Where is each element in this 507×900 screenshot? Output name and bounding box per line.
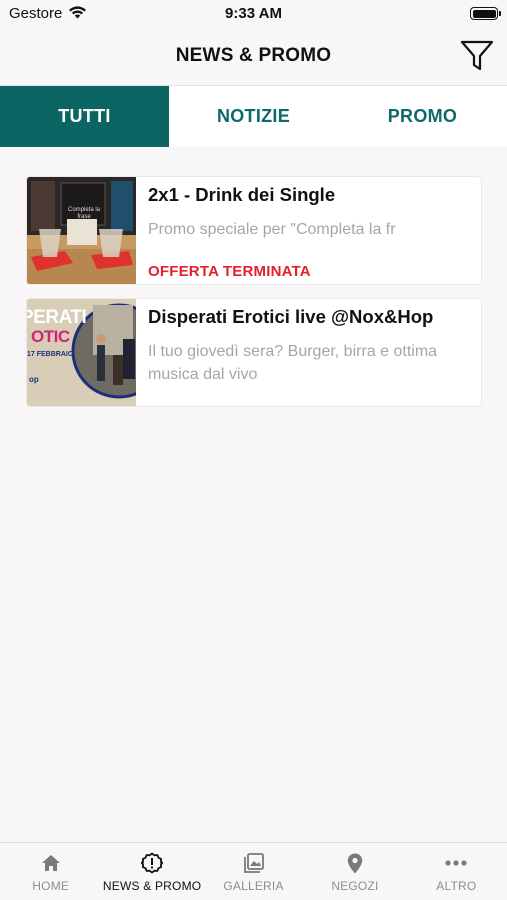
item-description: Il tuo giovedì sera? Burger, birra e ott… <box>148 343 438 383</box>
home-icon <box>40 852 62 874</box>
tab-bar-label: HOME <box>32 879 70 893</box>
tab-bar-home[interactable]: HOME <box>0 843 101 900</box>
tab-bar-label: GALLERIA <box>223 879 284 893</box>
item-description: Promo speciale per "Completa la fr <box>148 221 396 238</box>
segment-tabs: TUTTI NOTIZIE PROMO <box>0 86 507 147</box>
bottom-tab-bar: HOME NEWS & PROMO GALLERIA NEGOZI ALTRO <box>0 842 507 900</box>
thumbnail-text-tag: op <box>29 375 39 384</box>
tab-bar-news-promo[interactable]: NEWS & PROMO <box>101 843 202 900</box>
thumbnail-text-line2: OTIC <box>31 327 70 346</box>
tab-bar-label: ALTRO <box>436 879 477 893</box>
item-thumbnail: Completa la frase <box>27 177 136 284</box>
filter-funnel-icon <box>460 40 494 71</box>
tab-notizie[interactable]: NOTIZIE <box>169 86 338 147</box>
location-pin-icon <box>344 852 366 874</box>
navigation-bar: NEWS & PROMO <box>0 28 507 86</box>
status-bar: Gestore 9:33 AM <box>0 0 507 28</box>
item-thumbnail: PERATI OTIC 17 FEBBRAIO op <box>27 299 136 406</box>
thumbnail-text-date: 17 FEBBRAIO <box>27 351 74 358</box>
tab-promo[interactable]: PROMO <box>338 86 507 147</box>
tab-tutti[interactable]: TUTTI <box>0 86 169 147</box>
more-dots-icon <box>445 852 467 874</box>
item-title: Disperati Erotici live @Nox&Hop <box>148 306 434 327</box>
filter-button[interactable] <box>459 38 495 74</box>
tab-bar-galleria[interactable]: GALLERIA <box>203 843 304 900</box>
thumbnail-caption: Completa la frase <box>67 207 100 220</box>
gallery-icon <box>243 852 265 874</box>
alert-badge-icon <box>141 852 164 874</box>
news-list: Completa la frase 2x1 - Drink dei Single… <box>26 176 482 420</box>
status-badge: OFFERTA TERMINATA <box>148 263 311 280</box>
thumbnail-text-line1: PERATI <box>27 307 87 328</box>
tab-bar-label: NEWS & PROMO <box>102 879 202 893</box>
page-title: NEWS & PROMO <box>175 45 332 66</box>
item-title: 2x1 - Drink dei Single <box>148 184 336 205</box>
list-item[interactable]: PERATI OTIC 17 FEBBRAIO op Disperati Ero… <box>26 298 482 407</box>
status-time: 9:33 AM <box>225 5 282 22</box>
list-item[interactable]: Completa la frase 2x1 - Drink dei Single… <box>26 176 482 285</box>
battery-icon <box>470 7 501 20</box>
tab-bar-negozi[interactable]: NEGOZI <box>304 843 405 900</box>
tab-bar-altro[interactable]: ALTRO <box>406 843 507 900</box>
tab-bar-label: NEGOZI <box>331 879 379 893</box>
